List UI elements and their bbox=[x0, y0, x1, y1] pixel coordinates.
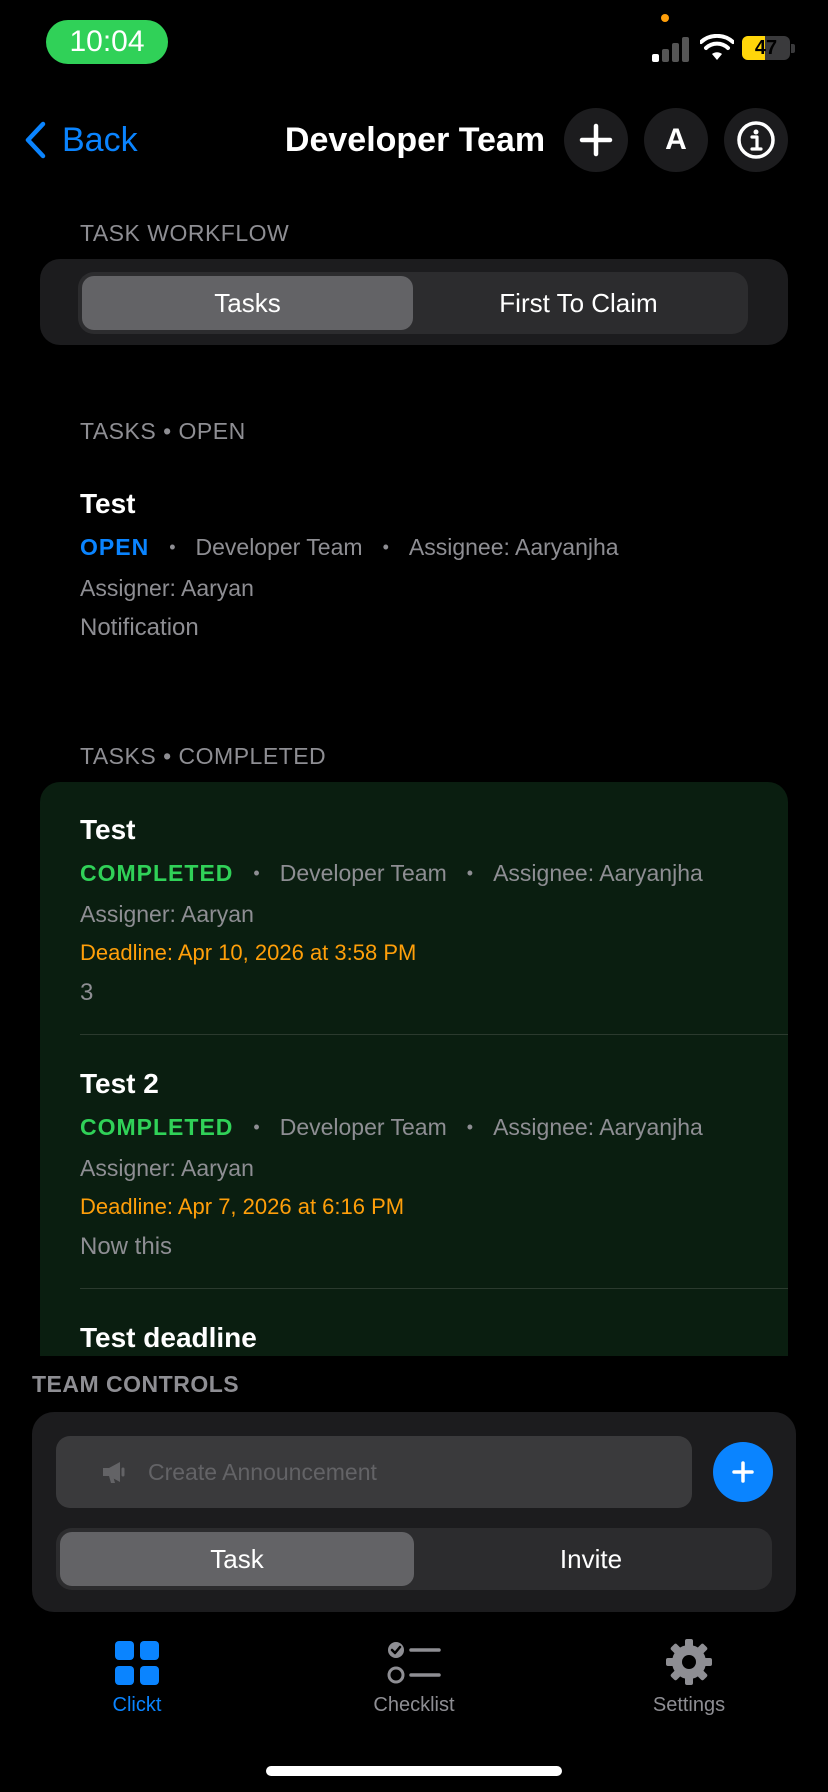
task-team: Developer Team bbox=[195, 534, 363, 560]
segment-task[interactable]: Task bbox=[60, 1532, 414, 1586]
task-meta: COMPLETED • Developer Team • Assignee: A… bbox=[80, 860, 703, 887]
segment-invite[interactable]: Invite bbox=[414, 1532, 768, 1586]
navigation-bar: Back Developer Team A bbox=[0, 108, 828, 172]
announcement-input[interactable]: Create Announcement bbox=[56, 1436, 692, 1508]
announcement-placeholder: Create Announcement bbox=[148, 1458, 377, 1485]
task-team: Developer Team bbox=[279, 1114, 447, 1140]
task-assignee: Assignee: Aaryanjha bbox=[493, 1114, 703, 1140]
plus-icon bbox=[579, 123, 613, 157]
battery-cap bbox=[791, 44, 795, 53]
section-header-task-workflow: TASK WORKFLOW bbox=[80, 220, 290, 246]
separator-dot: • bbox=[466, 863, 474, 883]
battery-percentage: 47 bbox=[754, 36, 778, 59]
task-assigner: Assigner: Aaryan bbox=[80, 901, 254, 927]
task-description: 3 bbox=[80, 979, 94, 1006]
post-announcement-button[interactable] bbox=[713, 1442, 773, 1502]
section-header-completed-tasks: TASKS • COMPLETED bbox=[80, 743, 327, 769]
add-task-button[interactable] bbox=[564, 108, 628, 172]
plus-icon bbox=[732, 1461, 754, 1483]
task-title: Test deadline bbox=[80, 1322, 257, 1353]
task-team: Developer Team bbox=[279, 860, 447, 886]
segment-first-to-claim[interactable]: First To Claim bbox=[413, 276, 744, 330]
tab-bar: Clickt Checklist Settings bbox=[0, 1630, 828, 1740]
task-assigner: Assigner: Aaryan bbox=[80, 575, 254, 601]
mode-segmented-control: Task Invite bbox=[56, 1528, 772, 1590]
tab-label: Checklist bbox=[373, 1694, 455, 1716]
separator-dot: • bbox=[253, 1117, 260, 1137]
task-assigner: Assigner: Aaryan bbox=[80, 1155, 254, 1181]
task-assignee: Assignee: Aaryanjha bbox=[493, 860, 703, 886]
task-workflow-card: Tasks First To Claim bbox=[40, 259, 788, 345]
section-header-open-tasks: TASKS • OPEN bbox=[80, 418, 246, 444]
tab-settings[interactable]: Settings bbox=[589, 1630, 789, 1740]
battery-icon: 47 bbox=[742, 36, 790, 60]
divider bbox=[80, 1034, 788, 1035]
privacy-indicator-dot bbox=[661, 14, 669, 22]
segment-tasks[interactable]: Tasks bbox=[82, 276, 413, 330]
task-title: Test bbox=[80, 488, 136, 519]
task-title: Test 2 bbox=[80, 1068, 159, 1099]
status-time: 10:04 bbox=[46, 20, 168, 64]
task-deadline: Deadline: Apr 10, 2026 at 3:58 PM bbox=[80, 940, 417, 965]
cellular-signal-icon bbox=[652, 34, 692, 62]
tab-checklist[interactable]: Checklist bbox=[314, 1630, 514, 1740]
megaphone-icon bbox=[103, 1462, 125, 1483]
tab-label: Clickt bbox=[112, 1694, 162, 1716]
task-meta: COMPLETED • Developer Team • Assignee: A… bbox=[80, 1114, 703, 1141]
workflow-segmented-control: Tasks First To Claim bbox=[78, 272, 748, 334]
task-meta: OPEN • Developer Team • Assignee: Aaryan… bbox=[80, 534, 619, 561]
back-button[interactable]: Back bbox=[24, 108, 138, 172]
separator-dot: • bbox=[253, 863, 260, 883]
task-description: Now this bbox=[80, 1233, 173, 1260]
status-badge: COMPLETED bbox=[80, 860, 234, 886]
separator-dot: • bbox=[382, 537, 389, 557]
grid-icon bbox=[115, 1641, 159, 1685]
tab-clickt[interactable]: Clickt bbox=[37, 1630, 237, 1740]
section-header-team-controls: TEAM CONTROLS bbox=[32, 1371, 240, 1397]
avatar-button[interactable]: A bbox=[644, 108, 708, 172]
status-badge: OPEN bbox=[80, 534, 150, 560]
tab-label: Settings bbox=[652, 1694, 726, 1716]
status-badge: COMPLETED bbox=[80, 1114, 234, 1140]
info-icon bbox=[737, 121, 775, 159]
home-indicator bbox=[266, 1766, 562, 1776]
page-title: Developer Team bbox=[284, 120, 546, 159]
task-description: Notification bbox=[80, 614, 199, 641]
checklist-icon bbox=[387, 1642, 441, 1684]
task-title: Test bbox=[80, 814, 136, 845]
separator-dot: • bbox=[466, 1117, 474, 1137]
chevron-left-icon bbox=[25, 121, 46, 159]
info-button[interactable] bbox=[724, 108, 788, 172]
gear-icon bbox=[666, 1639, 712, 1685]
separator-dot: • bbox=[169, 537, 176, 557]
task-assignee: Assignee: Aaryanjha bbox=[408, 534, 619, 560]
divider bbox=[80, 1288, 788, 1289]
wifi-icon bbox=[699, 33, 735, 62]
task-deadline: Deadline: Apr 7, 2026 at 6:16 PM bbox=[80, 1194, 405, 1219]
team-controls-card: Create Announcement Task Invite bbox=[32, 1412, 796, 1612]
completed-tasks-card: Test COMPLETED • Developer Team • Assign… bbox=[40, 782, 788, 1356]
status-bar: 10:04 47 bbox=[0, 0, 828, 80]
back-label: Back bbox=[62, 120, 138, 159]
